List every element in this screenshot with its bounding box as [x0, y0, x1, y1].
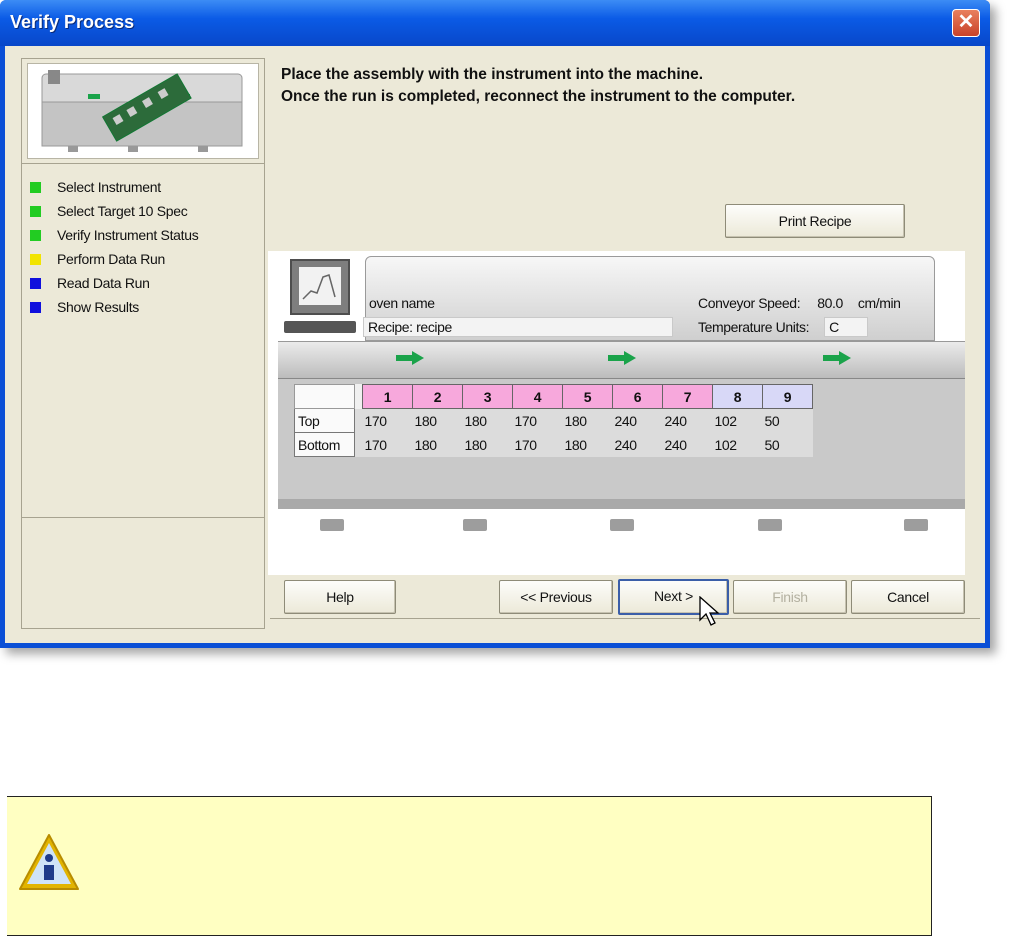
oven-thumbnail-image — [27, 63, 259, 159]
instruction-line-2: Once the run is completed, reconnect the… — [281, 88, 796, 105]
recipe-field: Recipe: recipe — [363, 317, 673, 337]
recipe-value: recipe — [416, 319, 452, 335]
temperature-units-label: Temperature Units: — [698, 319, 810, 335]
zone-value: 170 — [512, 408, 563, 433]
temperature-units-value: C — [824, 317, 869, 337]
conveyor-speed-label: Conveyor Speed: — [698, 295, 801, 311]
zone-header: 7 — [662, 384, 713, 409]
wizard-steps-panel: Select Instrument Select Target 10 Spec … — [21, 58, 265, 629]
status-square-icon — [30, 278, 41, 289]
print-recipe-button[interactable]: Print Recipe — [725, 204, 905, 238]
instruction-line-1: Place the assembly with the instrument i… — [281, 66, 704, 83]
temperature-units: Temperature Units: C — [698, 317, 869, 337]
zone-header: 1 — [362, 384, 413, 409]
oven-foot — [463, 519, 487, 531]
zone-value: 50 — [762, 432, 813, 457]
zone-value: 240 — [662, 408, 713, 433]
conveyor-arrow-icon — [823, 351, 851, 365]
monitor-icon — [290, 259, 350, 315]
table-corner-cell — [294, 384, 355, 409]
zone-value: 180 — [562, 408, 613, 433]
zone-value: 102 — [712, 408, 763, 433]
conveyor-arrow-icon — [608, 351, 636, 365]
zone-header: 8 — [712, 384, 763, 409]
mouse-pointer-icon — [699, 596, 720, 626]
zone-temperature-table: 1 2 3 4 5 6 7 8 9 Top 170 180 180 170 18… — [294, 384, 813, 457]
steps-list: Select Instrument Select Target 10 Spec … — [22, 163, 264, 518]
zone-header: 2 — [412, 384, 463, 409]
oven-foot — [758, 519, 782, 531]
oven-name-label: oven name — [369, 295, 435, 311]
row-label-top: Top — [294, 408, 355, 433]
dialog-client-area: Select Instrument Select Target 10 Spec … — [5, 46, 985, 643]
conveyor-speed: Conveyor Speed: 80.0 cm/min — [698, 294, 901, 312]
zone-header-row: 1 2 3 4 5 6 7 8 9 — [294, 384, 813, 409]
conveyor-speed-unit: cm/min — [857, 295, 901, 311]
zone-header: 3 — [462, 384, 513, 409]
finish-button: Finish — [733, 580, 847, 614]
table-row: Top 170 180 180 170 180 240 240 102 50 — [294, 408, 813, 433]
table-row: Bottom 170 180 180 170 180 240 240 102 5… — [294, 432, 813, 457]
zone-value: 50 — [762, 408, 813, 433]
status-square-icon — [30, 254, 41, 265]
zone-value: 170 — [362, 432, 413, 457]
info-icon — [19, 834, 79, 890]
status-square-icon — [30, 302, 41, 313]
help-button[interactable]: Help — [284, 580, 396, 614]
zone-header: 6 — [612, 384, 663, 409]
cancel-button[interactable]: Cancel — [851, 580, 965, 614]
button-bar-divider — [270, 618, 980, 619]
oven-foot — [610, 519, 634, 531]
zone-header: 5 — [562, 384, 613, 409]
verify-process-window: Verify Process ✕ Select Instrument Selec… — [0, 0, 990, 648]
zone-value: 180 — [462, 432, 513, 457]
zone-value: 180 — [562, 432, 613, 457]
oven-foot — [320, 519, 344, 531]
zone-value: 180 — [462, 408, 513, 433]
zone-value: 180 — [412, 408, 463, 433]
zone-value: 102 — [712, 432, 763, 457]
zone-value: 240 — [612, 408, 663, 433]
status-square-icon — [30, 230, 41, 241]
keyboard-icon — [284, 321, 356, 333]
conveyor-speed-value: 80.0 — [817, 295, 843, 311]
window-title: Verify Process — [10, 12, 135, 32]
previous-button[interactable]: << Previous — [499, 580, 613, 614]
zone-value: 180 — [412, 432, 463, 457]
zone-value: 240 — [662, 432, 713, 457]
row-label-bottom: Bottom — [294, 432, 355, 457]
zone-value: 170 — [362, 408, 413, 433]
close-button[interactable]: ✕ — [952, 9, 980, 37]
note-box — [7, 796, 932, 936]
status-square-icon — [30, 182, 41, 193]
status-square-icon — [30, 206, 41, 217]
zone-value: 240 — [612, 432, 663, 457]
title-bar[interactable]: Verify Process ✕ — [0, 0, 990, 46]
zone-header: 4 — [512, 384, 563, 409]
conveyor-arrow-icon — [396, 351, 424, 365]
zone-value: 170 — [512, 432, 563, 457]
recipe-label: Recipe: — [368, 319, 413, 335]
instructions: Place the assembly with the instrument i… — [281, 64, 981, 108]
oven-foot — [904, 519, 928, 531]
conveyor-shelf — [278, 341, 965, 379]
zone-header: 9 — [762, 384, 813, 409]
